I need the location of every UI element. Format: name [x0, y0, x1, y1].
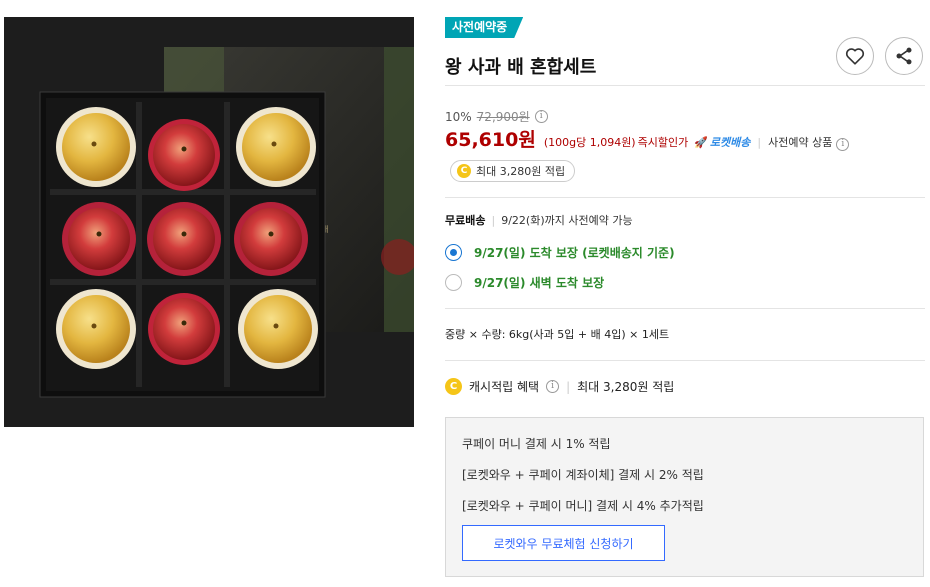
original-price: 72,900원: [476, 110, 530, 124]
rocket-icon: 🚀: [694, 136, 708, 149]
apple-fruit: [148, 119, 220, 191]
cash-reward-text: 최대 3,280원 적립: [476, 165, 566, 178]
pear-fruit: [238, 289, 318, 369]
pre-order-deadline: 9/22(화)까지 사전예약 가능: [501, 214, 633, 227]
divider: [445, 85, 925, 86]
benefit-line: 쿠페이 머니 결제 시 1% 적립: [462, 437, 611, 451]
delivery-option-label: 9/27(일) 도착 보장 (로켓배송지 기준): [474, 246, 675, 260]
payment-benefit-box: 쿠페이 머니 결제 시 1% 적립 [로켓와우 + 쿠페이 계좌이체] 결제 시…: [445, 417, 924, 577]
rocket-delivery-label: 로켓배송: [709, 136, 751, 149]
apple-fruit: [148, 293, 220, 365]
info-icon[interactable]: i: [836, 138, 850, 151]
divider: [445, 197, 925, 198]
instant-discount-label: 즉시할인가: [637, 136, 689, 149]
rocket-delivery-badge: 🚀 로켓배송: [694, 134, 750, 150]
divider: [445, 360, 925, 361]
cash-reward-pill[interactable]: C 최대 3,280원 적립: [450, 160, 576, 182]
pre-order-badge: 사전예약중: [445, 17, 523, 38]
delivery-option-dawn[interactable]: 9/27(일) 새벽 도착 보장: [445, 274, 604, 291]
info-icon[interactable]: i: [534, 110, 548, 123]
radio-button[interactable]: [445, 274, 462, 291]
product-title: 왕 사과 배 혼합세트: [445, 57, 597, 78]
unit-price: (100g당 1,094원): [543, 136, 636, 149]
wishlist-button[interactable]: [836, 37, 874, 75]
rocket-wow-trial-button[interactable]: 로켓와우 무료체험 신청하기: [462, 525, 665, 561]
pear-fruit: [56, 289, 136, 369]
share-icon: [896, 47, 912, 65]
cash-benefit-value: 최대 3,280원 적립: [577, 380, 675, 394]
benefit-line: [로켓와우 + 쿠페이 계좌이체] 결제 시 2% 적립: [462, 468, 704, 482]
free-shipping-label: 무료배송: [445, 214, 486, 227]
fruit-gift-box-image: 사과·배: [4, 17, 414, 427]
radio-button-selected[interactable]: [445, 244, 462, 261]
coin-icon: C: [457, 164, 471, 178]
heart-icon: [845, 48, 865, 65]
delivery-option-label: 9/27(일) 새벽 도착 보장: [474, 276, 605, 290]
delivery-option-guaranteed[interactable]: 9/27(일) 도착 보장 (로켓배송지 기준): [445, 244, 675, 261]
delivery-info: 무료배송 | 9/22(화)까지 사전예약 가능: [445, 212, 633, 228]
apple-fruit: [147, 202, 221, 276]
product-image[interactable]: 사과·배: [4, 17, 414, 427]
price-row: 65,610원 (100g당 1,094원) 즉시할인가 🚀 로켓배송 | 사전…: [445, 125, 850, 152]
cash-benefit-label: 캐시적립 혜택: [469, 380, 540, 394]
cash-benefit-row: C 캐시적립 혜택 i | 최대 3,280원 적립: [445, 378, 674, 395]
pear-fruit: [236, 107, 316, 187]
coin-icon: C: [445, 378, 462, 395]
option-summary: 중량 × 수량: 6kg(사과 5입 + 배 4입) × 1세트: [445, 328, 670, 341]
share-button[interactable]: [885, 37, 923, 75]
discount-row: 10% 72,900원 i: [445, 108, 548, 125]
benefit-line: [로켓와우 + 쿠페이 머니] 결제 시 4% 추가적립: [462, 499, 704, 513]
info-icon[interactable]: i: [546, 380, 560, 393]
discount-rate: 10%: [445, 109, 472, 124]
divider: [445, 308, 925, 309]
separator: |: [566, 379, 571, 394]
separator: |: [757, 136, 762, 149]
apple-fruit: [62, 202, 136, 276]
separator: |: [491, 213, 496, 227]
pear-fruit: [56, 107, 136, 187]
apple-fruit: [234, 202, 308, 276]
sale-price: 65,610원: [445, 129, 536, 151]
pre-order-product-label: 사전예약 상품: [768, 136, 833, 149]
